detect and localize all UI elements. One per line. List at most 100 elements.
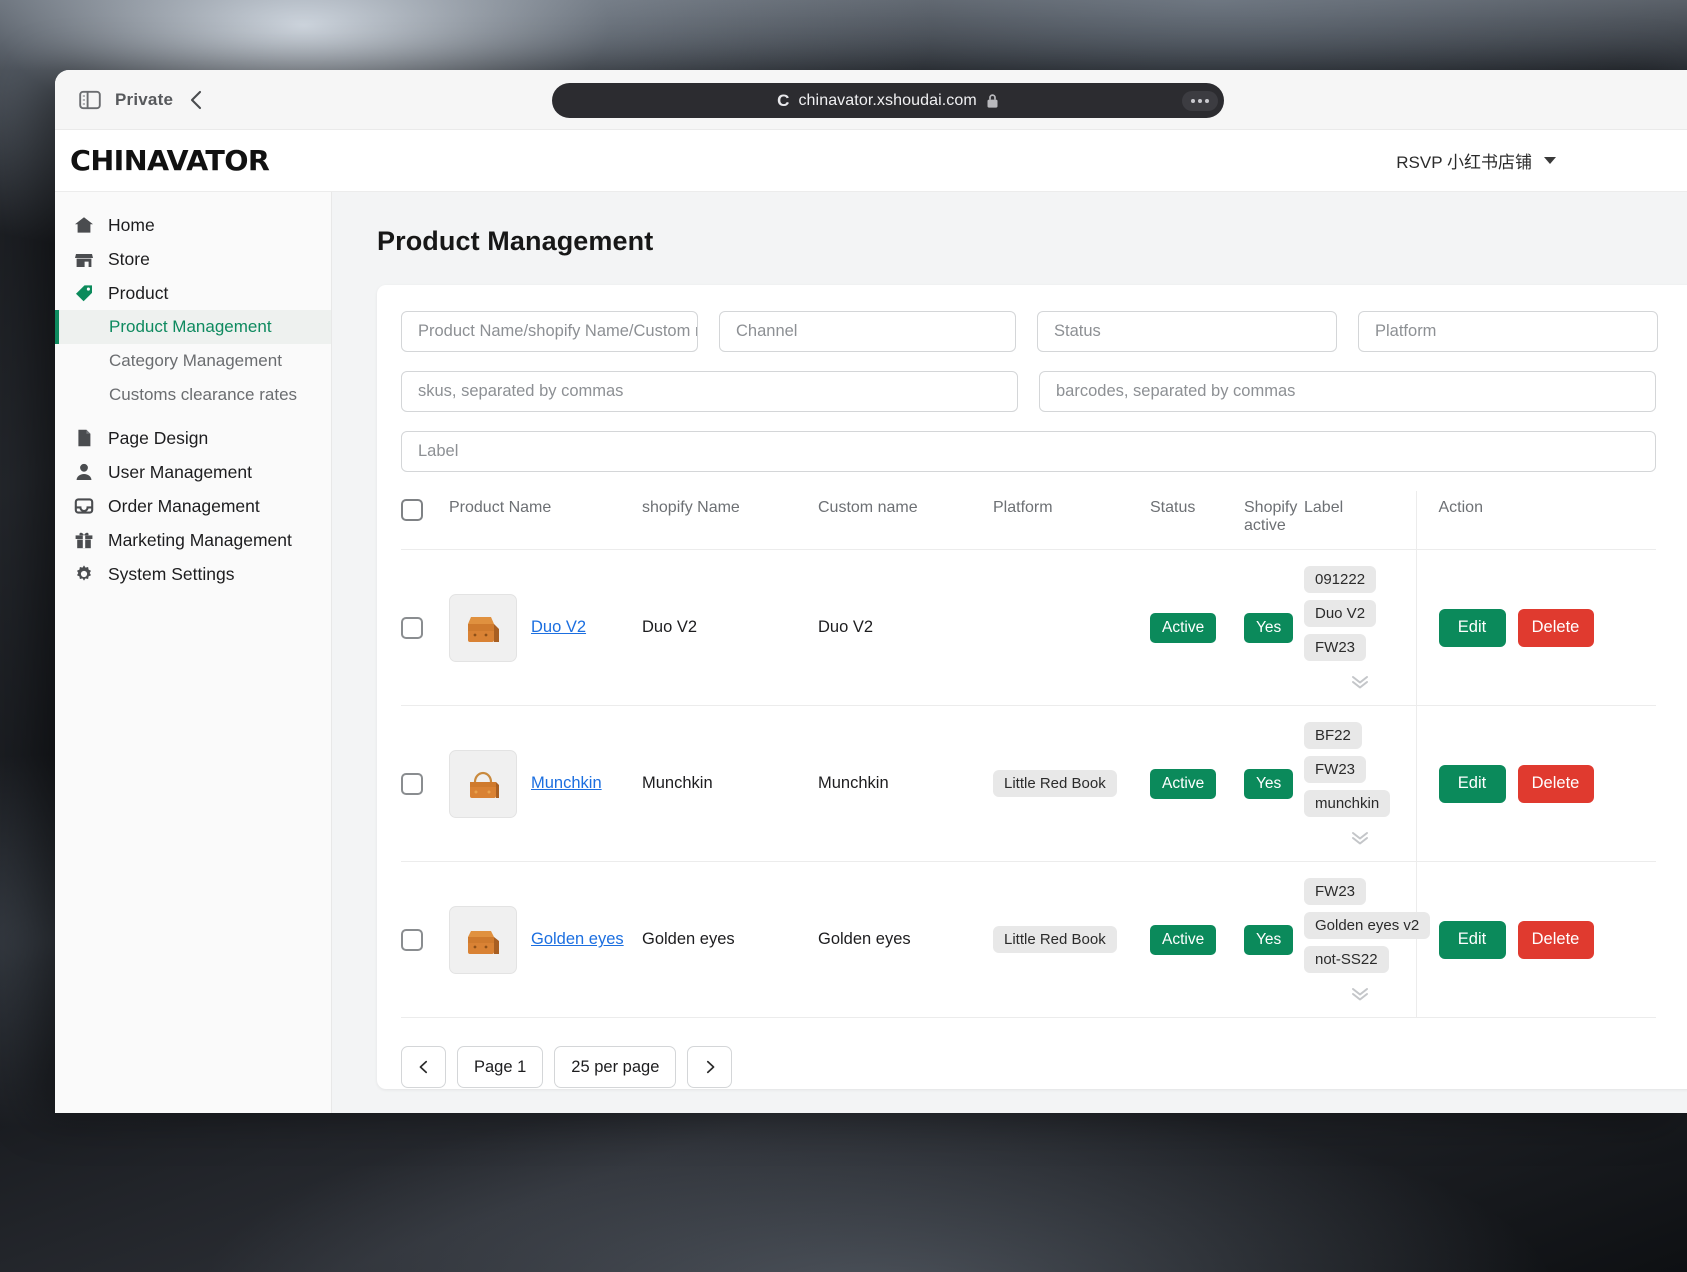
more-ellipsis-icon[interactable]: [1182, 91, 1218, 111]
next-page-button[interactable]: [687, 1046, 732, 1088]
label-chip: FW23: [1304, 878, 1366, 905]
label-cell: BF22 FW23 munchkin: [1304, 706, 1416, 862]
handbag-flap-icon: [455, 600, 511, 656]
platform-cell: Little Red Book: [993, 706, 1150, 862]
label-chip: FW23: [1304, 634, 1366, 661]
sidebar-item-customs-clearance-rates[interactable]: Customs clearance rates: [55, 378, 331, 412]
sidebar-item-page-design[interactable]: Page Design: [55, 421, 331, 455]
product-name-search-input[interactable]: Product Name/shopify Name/Custom name: [401, 311, 698, 352]
label-chip: BF22: [1304, 722, 1362, 749]
inbox-icon: [74, 496, 94, 516]
sidebar-item-store[interactable]: Store: [55, 242, 331, 276]
store-selector-label: RSVP 小红书店铺: [1396, 148, 1532, 173]
product-name-link[interactable]: Duo V2: [531, 617, 586, 638]
barcodes-input[interactable]: barcodes, separated by commas: [1039, 371, 1656, 412]
expand-labels-icon[interactable]: [1348, 987, 1372, 1001]
shopify-active-line1: Shopify: [1244, 499, 1297, 516]
label-chip: not-SS22: [1304, 946, 1389, 973]
gift-icon: [74, 530, 94, 550]
sidebar-item-user-management[interactable]: User Management: [55, 455, 331, 489]
address-bar[interactable]: C chinavator.xshoudai.com: [552, 83, 1224, 118]
custom-name-cell: Munchkin: [818, 706, 993, 862]
sidebar-divider-gap: [55, 412, 331, 421]
pagination: Page 1 25 per page: [401, 1018, 1687, 1088]
product-name-link[interactable]: Golden eyes: [531, 929, 624, 950]
per-page-select[interactable]: 25 per page: [554, 1046, 676, 1088]
column-header-shopify-name: shopify Name: [642, 491, 818, 550]
column-header-product-name: Product Name: [449, 491, 642, 550]
label-filter-input[interactable]: Label: [401, 431, 1656, 472]
row-select-cell: [401, 862, 449, 1018]
status-filter-select[interactable]: Status: [1037, 311, 1337, 352]
platform-filter-select[interactable]: Platform: [1358, 311, 1658, 352]
chevron-down-icon: [1544, 157, 1556, 164]
column-header-action: Action: [1416, 491, 1656, 550]
row-checkbox[interactable]: [401, 773, 423, 795]
gear-icon: [74, 564, 94, 584]
delete-button[interactable]: Delete: [1518, 609, 1594, 647]
shopify-name-cell: Duo V2: [642, 550, 818, 706]
product-thumbnail[interactable]: [449, 750, 517, 818]
skus-input[interactable]: skus, separated by commas: [401, 371, 1018, 412]
delete-button[interactable]: Delete: [1518, 765, 1594, 803]
row-checkbox[interactable]: [401, 929, 423, 951]
select-all-checkbox[interactable]: [401, 499, 423, 521]
action-cell: Edit Delete: [1416, 706, 1656, 862]
status-badge: Active: [1150, 769, 1216, 799]
platform-cell: Little Red Book: [993, 862, 1150, 1018]
page-number-select[interactable]: Page 1: [457, 1046, 543, 1088]
column-header-custom-name: Custom name: [818, 491, 993, 550]
label-chip: 091222: [1304, 566, 1376, 593]
select-all-header: [401, 491, 449, 550]
product-thumbnail[interactable]: [449, 594, 517, 662]
sidebar-item-system-settings[interactable]: System Settings: [55, 557, 331, 591]
sidebar-item-product-management[interactable]: Product Management: [55, 310, 331, 344]
action-cell: Edit Delete: [1416, 550, 1656, 706]
table-body: Duo V2 Duo V2 Duo V2 Active: [401, 550, 1656, 1018]
sidebar-item-label: Product Management: [109, 317, 272, 337]
edit-button[interactable]: Edit: [1439, 765, 1506, 803]
edit-button[interactable]: Edit: [1439, 921, 1506, 959]
column-header-status: Status: [1150, 491, 1244, 550]
store-selector[interactable]: RSVP 小红书店铺: [1396, 148, 1687, 173]
shopify-name-cell: Munchkin: [642, 706, 818, 862]
sidebar-item-home[interactable]: Home: [55, 208, 331, 242]
channel-filter-select[interactable]: Channel: [719, 311, 1016, 352]
sidebar-item-order-management[interactable]: Order Management: [55, 489, 331, 523]
sidebar-item-label: System Settings: [108, 564, 234, 585]
status-cell: Active: [1150, 550, 1244, 706]
shopify-active-cell: Yes: [1244, 862, 1304, 1018]
page-title: Product Management: [377, 226, 1687, 257]
platform-chip: Little Red Book: [993, 926, 1117, 953]
row-checkbox[interactable]: [401, 617, 423, 639]
delete-button[interactable]: Delete: [1518, 921, 1594, 959]
status-cell: Active: [1150, 706, 1244, 862]
product-thumbnail[interactable]: [449, 906, 517, 974]
expand-labels-icon[interactable]: [1348, 831, 1372, 845]
filter-row-3: Label: [401, 431, 1687, 472]
table-row: Munchkin Munchkin Munchkin Little Red Bo…: [401, 706, 1656, 862]
sidebar-item-label: Order Management: [108, 496, 260, 517]
label-chip: munchkin: [1304, 790, 1390, 817]
label-cell: 091222 Duo V2 FW23: [1304, 550, 1416, 706]
sidebar-item-marketing-management[interactable]: Marketing Management: [55, 523, 331, 557]
sidebar-toggle-icon[interactable]: [79, 90, 101, 110]
sidebar-item-category-management[interactable]: Category Management: [55, 344, 331, 378]
app-body: Home Store: [55, 192, 1687, 1113]
sidebar-item-label: User Management: [108, 462, 252, 483]
product-name-cell: Golden eyes: [449, 862, 642, 1018]
shopify-active-badge: Yes: [1244, 769, 1293, 799]
custom-name-cell: Golden eyes: [818, 862, 993, 1018]
shopify-active-line2: active: [1244, 517, 1286, 534]
brand-logo: CHINAVATOR: [70, 144, 269, 177]
tag-icon: [74, 283, 94, 303]
prev-page-button[interactable]: [401, 1046, 446, 1088]
edit-button[interactable]: Edit: [1439, 609, 1506, 647]
product-name-link[interactable]: Munchkin: [531, 773, 602, 794]
sidebar-item-label: Store: [108, 249, 150, 270]
sidebar-item-label: Customs clearance rates: [109, 385, 297, 405]
shopify-active-cell: Yes: [1244, 706, 1304, 862]
expand-labels-icon[interactable]: [1348, 675, 1372, 689]
sidebar-item-product[interactable]: Product: [55, 276, 331, 310]
chevron-left-icon[interactable]: [187, 89, 207, 111]
